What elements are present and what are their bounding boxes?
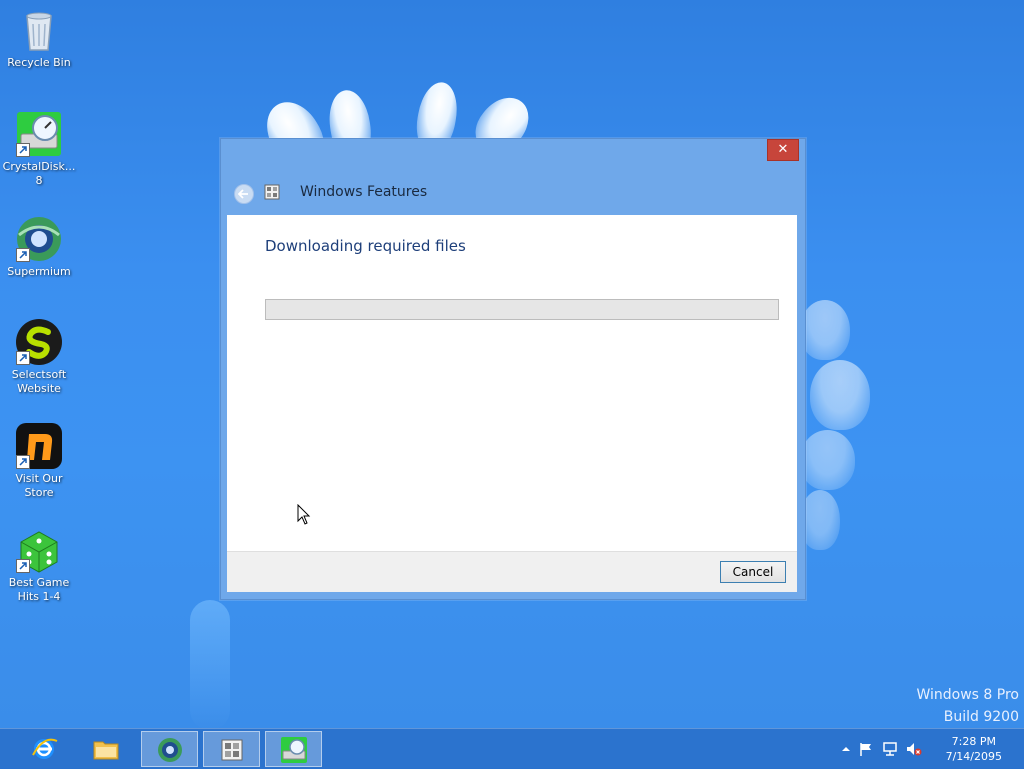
desktop-icon-recycle-bin[interactable]: Recycle Bin (0, 6, 78, 70)
system-tray: 7:28 PM 7/14/2095 (834, 729, 1024, 769)
shortcut-arrow-icon (16, 143, 30, 157)
desktop-icon-label: Visit Our Store (15, 472, 63, 499)
desktop-icon-label: Supermium (7, 265, 71, 278)
desktop-icon-game-hits[interactable]: Best Game Hits 1-4 (0, 526, 78, 604)
taskbar-file-explorer[interactable] (78, 731, 135, 767)
os-watermark: Windows 8 Pro Build 9200 (916, 684, 1019, 728)
taskbar: 7:28 PM 7/14/2095 (0, 728, 1024, 769)
watermark-edition: Windows 8 Pro (916, 687, 1019, 703)
internet-explorer-icon (32, 738, 58, 759)
close-button[interactable]: ✕ (767, 139, 799, 161)
windows-features-dialog: ✕ Windows Features Downloading required … (220, 138, 806, 600)
taskbar-internet-explorer[interactable] (16, 731, 73, 767)
show-hidden-icons-icon[interactable] (838, 741, 854, 757)
dialog-footer: Cancel (227, 551, 797, 592)
desktop-icon-label: Recycle Bin (7, 56, 71, 69)
dialog-body: Downloading required files (227, 215, 797, 551)
windows-features-icon (221, 739, 243, 761)
desktop-icon-store[interactable]: Visit Our Store (0, 422, 78, 500)
crystaldisk-icon (281, 737, 307, 763)
taskbar-clock[interactable]: 7:28 PM 7/14/2095 (946, 734, 1002, 764)
wallpaper-stem (190, 600, 230, 730)
watermark-build: Build 9200 (943, 709, 1019, 725)
shortcut-arrow-icon (16, 559, 30, 573)
cancel-button[interactable]: Cancel (720, 561, 786, 583)
shortcut-arrow-icon (16, 351, 30, 365)
dialog-header: Windows Features (227, 175, 799, 215)
action-center-flag-icon[interactable] (858, 741, 874, 757)
recycle-bin-icon (26, 12, 52, 51)
desktop-icon-label: CrystalDisk... 8 (2, 160, 76, 187)
windows-features-icon (264, 184, 280, 200)
taskbar-windows-features[interactable] (203, 731, 260, 767)
dialog-title: Windows Features (300, 184, 428, 200)
desktop-icon-supermium[interactable]: Supermium (0, 215, 78, 279)
wallpaper-petals-right (800, 300, 880, 560)
mouse-cursor-icon (297, 504, 311, 525)
folder-icon (93, 741, 119, 760)
shortcut-arrow-icon (16, 455, 30, 469)
desktop-icon-label: Best Game Hits 1-4 (8, 576, 70, 603)
clock-time: 7:28 PM (951, 735, 996, 748)
taskbar-supermium[interactable] (141, 731, 198, 767)
desktop-icon-label: Selectsoft Website (11, 368, 67, 395)
back-button[interactable] (234, 184, 254, 204)
taskbar-crystaldisk[interactable] (265, 731, 322, 767)
download-progress-bar (265, 299, 779, 320)
volume-muted-icon[interactable] (906, 741, 922, 757)
status-heading: Downloading required files (265, 237, 466, 255)
desktop-icon-selectsoft[interactable]: Selectsoft Website (0, 318, 78, 396)
desktop-icon-crystaldisk[interactable]: CrystalDisk... 8 (0, 110, 78, 188)
clock-date: 7/14/2095 (945, 750, 1002, 763)
back-arrow-icon (238, 189, 248, 199)
network-icon[interactable] (882, 741, 898, 757)
shortcut-arrow-icon (16, 248, 30, 262)
supermium-icon (158, 738, 182, 762)
